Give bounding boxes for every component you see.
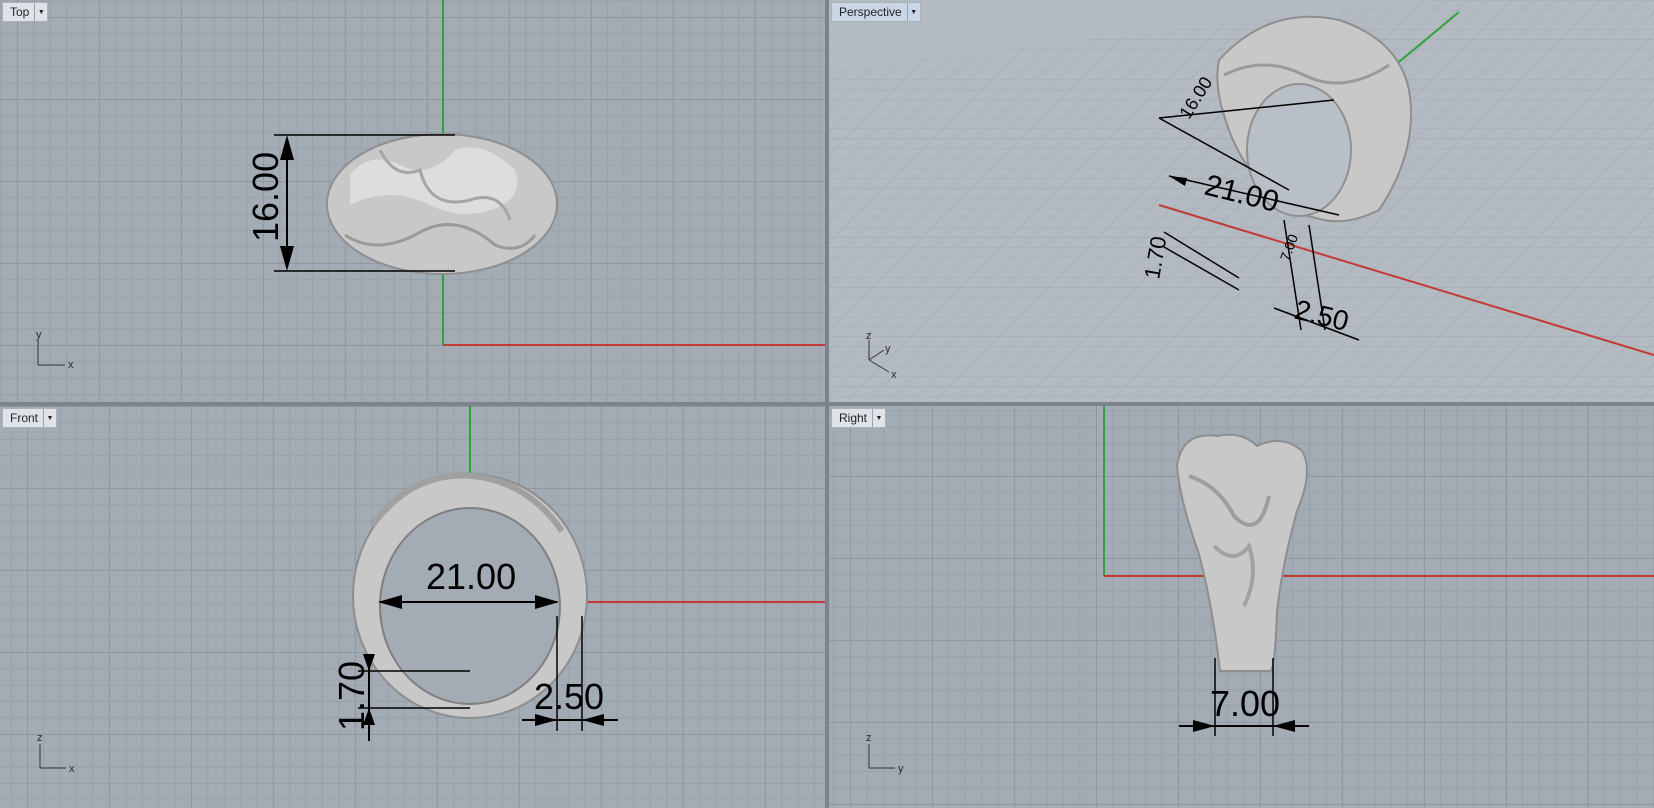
svg-text:y: y: [898, 763, 904, 775]
axis-triad-icon: z x: [37, 732, 75, 775]
chevron-down-icon[interactable]: ▼: [43, 409, 56, 427]
viewport-front[interactable]: 21.00 1.70 2.50 z x Front ▼: [0, 406, 825, 808]
viewport-tab-front[interactable]: Front ▼: [2, 408, 58, 428]
dim-label-170: 1.70: [331, 661, 372, 731]
ring-inner-hole: [379, 507, 561, 705]
axis-triad-icon: z y: [866, 732, 904, 775]
viewport-top[interactable]: 16.00 y x Top ▼: [0, 0, 825, 402]
axis-triad-icon: y x: [36, 329, 74, 371]
svg-text:x: x: [69, 763, 75, 775]
viewport-title: Top: [10, 5, 30, 19]
chevron-down-icon[interactable]: ▼: [872, 409, 885, 427]
viewport-right[interactable]: 7.00 z y Right ▼: [829, 406, 1654, 808]
front-scene: 21.00 1.70 2.50 z x: [37, 406, 825, 775]
chevron-down-icon[interactable]: ▼: [906, 3, 920, 21]
dim-label-16: 16.00: [245, 152, 286, 242]
dim-label-7: 7.00: [1210, 683, 1280, 724]
dim-arrow: [280, 246, 294, 271]
viewport-tab-perspective[interactable]: Perspective ▼: [831, 2, 921, 22]
viewport-title: Perspective: [839, 5, 902, 19]
svg-text:x: x: [891, 369, 897, 381]
viewport-perspective[interactable]: 16.00 21.00 1.70 7.00 2.50 z y x Perspec…: [829, 0, 1654, 402]
viewport-title: Right: [839, 411, 868, 425]
top-scene: 16.00 y x: [36, 0, 825, 371]
svg-text:y: y: [885, 343, 891, 355]
dim-label-250: 2.50: [534, 676, 604, 717]
perspective-scene: 16.00 21.00 1.70 7.00 2.50 z y x: [829, 0, 1654, 402]
svg-text:z: z: [866, 732, 872, 744]
chevron-down-icon[interactable]: ▼: [34, 3, 47, 21]
svg-text:x: x: [68, 359, 74, 371]
right-scene: 7.00 z y: [866, 406, 1654, 775]
svg-text:y: y: [36, 329, 42, 341]
viewport-title: Front: [10, 411, 39, 425]
svg-text:z: z: [37, 732, 43, 744]
dim-label-21: 21.00: [426, 556, 516, 597]
svg-text:z: z: [866, 330, 872, 342]
viewport-tab-right[interactable]: Right ▼: [831, 408, 887, 428]
viewport-tab-top[interactable]: Top ▼: [2, 2, 49, 22]
